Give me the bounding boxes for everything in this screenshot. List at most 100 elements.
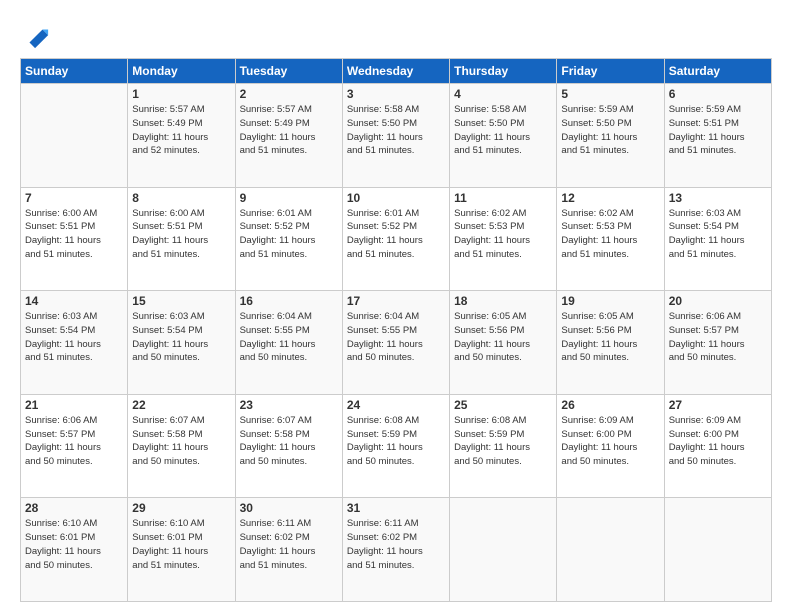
calendar-cell: 26 Sunrise: 6:09 AMSunset: 6:00 PMDayligh… [557,394,664,498]
day-info: Sunrise: 6:00 AMSunset: 5:51 PMDaylight:… [25,207,123,262]
calendar-cell: 29 Sunrise: 6:10 AMSunset: 6:01 PMDayligh… [128,498,235,602]
day-number: 22 [132,398,230,412]
day-number: 10 [347,191,445,205]
day-number: 8 [132,191,230,205]
calendar-cell: 20Sunrise: 6:06 AMSunset: 5:57 PMDayligh… [664,291,771,395]
day-info: Sunrise: 6:05 AMSunset: 5:56 PMDaylight:… [561,310,659,365]
day-info: Sunrise: 6:03 AMSunset: 5:54 PMDaylight:… [669,207,767,262]
calendar-cell: 28 Sunrise: 6:10 AMSunset: 6:01 PMDayligh… [21,498,128,602]
calendar-cell: 8 Sunrise: 6:00 AMSunset: 5:51 PMDaylight… [128,187,235,291]
day-info: Sunrise: 6:11 AMSunset: 6:02 PMDaylight:… [240,517,338,572]
day-number: 7 [25,191,123,205]
day-number: 23 [240,398,338,412]
day-number: 20 [669,294,767,308]
day-number: 16 [240,294,338,308]
day-info: Sunrise: 6:08 AMSunset: 5:59 PMDaylight:… [347,414,445,469]
day-number: 14 [25,294,123,308]
day-number: 27 [669,398,767,412]
day-info: Sunrise: 6:04 AMSunset: 5:55 PMDaylight:… [347,310,445,365]
day-number: 13 [669,191,767,205]
calendar-cell: 31 Sunrise: 6:11 AMSunset: 6:02 PMDayligh… [342,498,449,602]
day-number: 19 [561,294,659,308]
day-info: Sunrise: 6:07 AMSunset: 5:58 PMDaylight:… [240,414,338,469]
calendar-cell: 18Sunrise: 6:05 AMSunset: 5:56 PMDayligh… [450,291,557,395]
day-info: Sunrise: 5:57 AMSunset: 5:49 PMDaylight:… [240,103,338,158]
day-number: 1 [132,87,230,101]
logo-icon [22,22,50,50]
calendar-cell: 15Sunrise: 6:03 AMSunset: 5:54 PMDayligh… [128,291,235,395]
day-number: 29 [132,501,230,515]
day-number: 11 [454,191,552,205]
day-info: Sunrise: 6:04 AMSunset: 5:55 PMDaylight:… [240,310,338,365]
calendar-cell: 3Sunrise: 5:58 AMSunset: 5:50 PMDaylight… [342,84,449,188]
weekday-header: Monday [128,59,235,84]
day-info: Sunrise: 5:58 AMSunset: 5:50 PMDaylight:… [347,103,445,158]
day-number: 31 [347,501,445,515]
day-info: Sunrise: 6:03 AMSunset: 5:54 PMDaylight:… [25,310,123,365]
calendar-cell: 5 Sunrise: 5:59 AMSunset: 5:50 PMDaylight… [557,84,664,188]
calendar-cell: 19 Sunrise: 6:05 AMSunset: 5:56 PMDayligh… [557,291,664,395]
calendar-cell: 13 Sunrise: 6:03 AMSunset: 5:54 PMDayligh… [664,187,771,291]
day-number: 6 [669,87,767,101]
calendar-cell: 22 Sunrise: 6:07 AMSunset: 5:58 PMDayligh… [128,394,235,498]
day-number: 12 [561,191,659,205]
day-info: Sunrise: 6:06 AMSunset: 5:57 PMDaylight:… [25,414,123,469]
day-number: 2 [240,87,338,101]
weekday-header: Wednesday [342,59,449,84]
calendar-cell: 6 Sunrise: 5:59 AMSunset: 5:51 PMDaylight… [664,84,771,188]
logo [20,22,50,50]
day-info: Sunrise: 6:11 AMSunset: 6:02 PMDaylight:… [347,517,445,572]
calendar-week-row: 7 Sunrise: 6:00 AMSunset: 5:51 PMDaylight… [21,187,772,291]
calendar-cell: 9 Sunrise: 6:01 AMSunset: 5:52 PMDaylight… [235,187,342,291]
day-number: 17 [347,294,445,308]
calendar-cell: 30 Sunrise: 6:11 AMSunset: 6:02 PMDayligh… [235,498,342,602]
calendar-table: SundayMondayTuesdayWednesdayThursdayFrid… [20,58,772,602]
calendar-week-row: 14 Sunrise: 6:03 AMSunset: 5:54 PMDayligh… [21,291,772,395]
calendar-cell: 2 Sunrise: 5:57 AMSunset: 5:49 PMDaylight… [235,84,342,188]
calendar-cell: 23 Sunrise: 6:07 AMSunset: 5:58 PMDayligh… [235,394,342,498]
day-info: Sunrise: 6:09 AMSunset: 6:00 PMDaylight:… [669,414,767,469]
day-number: 4 [454,87,552,101]
day-info: Sunrise: 6:10 AMSunset: 6:01 PMDaylight:… [25,517,123,572]
calendar-week-row: 1 Sunrise: 5:57 AMSunset: 5:49 PMDaylight… [21,84,772,188]
weekday-header: Friday [557,59,664,84]
day-info: Sunrise: 6:05 AMSunset: 5:56 PMDaylight:… [454,310,552,365]
day-number: 24 [347,398,445,412]
weekday-header: Saturday [664,59,771,84]
day-info: Sunrise: 5:59 AMSunset: 5:51 PMDaylight:… [669,103,767,158]
calendar-cell: 4 Sunrise: 5:58 AMSunset: 5:50 PMDaylight… [450,84,557,188]
calendar-week-row: 28 Sunrise: 6:10 AMSunset: 6:01 PMDayligh… [21,498,772,602]
calendar-cell: 7 Sunrise: 6:00 AMSunset: 5:51 PMDaylight… [21,187,128,291]
calendar-week-row: 21 Sunrise: 6:06 AMSunset: 5:57 PMDayligh… [21,394,772,498]
day-number: 15 [132,294,230,308]
calendar-cell: 11 Sunrise: 6:02 AMSunset: 5:53 PMDayligh… [450,187,557,291]
calendar-cell [557,498,664,602]
calendar-page: SundayMondayTuesdayWednesdayThursdayFrid… [0,0,792,612]
calendar-cell: 21 Sunrise: 6:06 AMSunset: 5:57 PMDayligh… [21,394,128,498]
day-info: Sunrise: 6:10 AMSunset: 6:01 PMDaylight:… [132,517,230,572]
day-info: Sunrise: 6:09 AMSunset: 6:00 PMDaylight:… [561,414,659,469]
day-info: Sunrise: 6:02 AMSunset: 5:53 PMDaylight:… [561,207,659,262]
calendar-cell [664,498,771,602]
day-number: 5 [561,87,659,101]
day-info: Sunrise: 6:08 AMSunset: 5:59 PMDaylight:… [454,414,552,469]
calendar-cell: 25Sunrise: 6:08 AMSunset: 5:59 PMDayligh… [450,394,557,498]
day-number: 28 [25,501,123,515]
day-number: 21 [25,398,123,412]
day-info: Sunrise: 6:01 AMSunset: 5:52 PMDaylight:… [347,207,445,262]
calendar-cell [450,498,557,602]
day-number: 9 [240,191,338,205]
day-number: 30 [240,501,338,515]
day-info: Sunrise: 5:59 AMSunset: 5:50 PMDaylight:… [561,103,659,158]
calendar-cell: 12 Sunrise: 6:02 AMSunset: 5:53 PMDayligh… [557,187,664,291]
day-info: Sunrise: 6:02 AMSunset: 5:53 PMDaylight:… [454,207,552,262]
day-info: Sunrise: 5:58 AMSunset: 5:50 PMDaylight:… [454,103,552,158]
weekday-header-row: SundayMondayTuesdayWednesdayThursdayFrid… [21,59,772,84]
day-info: Sunrise: 6:07 AMSunset: 5:58 PMDaylight:… [132,414,230,469]
day-info: Sunrise: 6:00 AMSunset: 5:51 PMDaylight:… [132,207,230,262]
weekday-header: Thursday [450,59,557,84]
day-info: Sunrise: 6:01 AMSunset: 5:52 PMDaylight:… [240,207,338,262]
calendar-cell: 27 Sunrise: 6:09 AMSunset: 6:00 PMDayligh… [664,394,771,498]
day-number: 26 [561,398,659,412]
calendar-cell: 10 Sunrise: 6:01 AMSunset: 5:52 PMDayligh… [342,187,449,291]
